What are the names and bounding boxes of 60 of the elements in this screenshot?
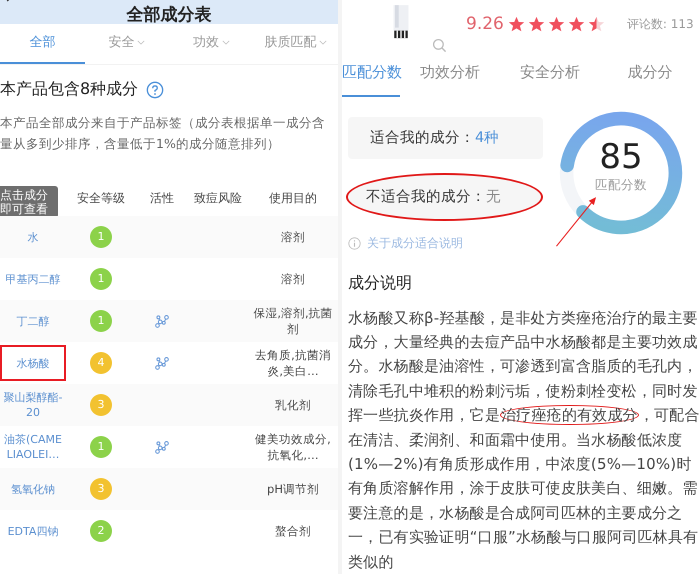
star-icon: [548, 16, 565, 33]
usage-purpose-cell-text: 溶剂: [280, 271, 306, 287]
explanation-link[interactable]: 关于成分适合说明: [367, 234, 463, 252]
safety-grade-badge: 3: [90, 394, 112, 416]
chevron-down-icon: [222, 40, 230, 45]
usage-purpose-cell-text: pH调节剂: [266, 481, 320, 497]
usage-purpose-cell-text: 健美功效成分,抗氧化,…: [254, 431, 332, 463]
score-label: 匹配分数: [595, 176, 647, 194]
filter-tab[interactable]: 肤质匹配: [254, 24, 338, 64]
info-icon: [348, 236, 361, 250]
match-card: 适合我的成分：4种: [348, 116, 543, 159]
usage-purpose-cell-text: 溶剂: [280, 229, 306, 245]
star-icon: [568, 16, 585, 33]
analysis-tab[interactable]: 匹配分数: [342, 48, 400, 97]
match-score: 85: [599, 136, 643, 177]
analysis-tab[interactable]: 功效分析: [400, 48, 500, 97]
chevron-down-icon: [137, 40, 146, 45]
search-icon[interactable]: [432, 38, 448, 54]
chevron-down-icon: [319, 40, 328, 45]
usage-purpose-cell-text: 螯合剂: [274, 523, 312, 539]
page-title: 全部成分表: [126, 6, 212, 24]
rating-score: 9.26: [466, 14, 504, 34]
analysis-tab[interactable]: 安全分析: [500, 48, 600, 97]
review-count: 评论数: 113: [626, 16, 694, 33]
column-header: 使用目的: [268, 190, 318, 206]
safety-grade-badge: 4: [90, 352, 112, 374]
description-text: 本产品全部成分来自于产品标签（成分表根据单一成分含量从多到少排序，含量低于1%的成分随意排列）: [0, 114, 326, 153]
ingredient-name-link[interactable]: 甲基丙二醇: [0, 261, 66, 297]
safety-grade-badge: 2: [90, 520, 112, 542]
column-header: 安全等级: [76, 190, 126, 206]
column-header: 活性: [149, 190, 175, 206]
ingredient-name-link[interactable]: 水杨酸: [0, 345, 66, 381]
ingredient-description: 水杨酸又称β-羟基酸，是非处方类痤疮治疗的最主要成分，大量经典的去痘产品中水杨酸都是主要功效成分。水杨酸是油溶性，可渗透到富含脂质的毛孔内，清除毛孔中堆积的粉刺污垢，使粉刺栓变松，同时发挥一些抗炎作用，它是治疗痤疮的有效成分，可配合在清洁、柔润剂、和面霜中使用。当水杨酸低浓度(1%—2%)有角质形成作用，中浓度(5%—10%)时有角质溶解作用，涂于皮肤可使皮肤美白、细嫩。需要注意的是，水杨酸是合成阿司匹林的主要成分之一，已有实验证明“口服”水杨酸与口服阿司匹林具有类似的: [348, 308, 700, 573]
safety-grade-badge: 1: [90, 226, 112, 248]
section-title: 成分说明: [348, 272, 412, 294]
safety-grade-badge: 1: [90, 310, 112, 332]
safety-grade-badge: 1: [90, 436, 112, 458]
star-icon: [508, 16, 525, 33]
usage-purpose-cell-text: 乳化剂: [274, 397, 312, 413]
ingredient-name-link[interactable]: 油茶(CAMELIAOLEI…: [0, 429, 66, 465]
filter-tab[interactable]: 全部: [0, 24, 84, 64]
column-header: 致痘风险: [193, 190, 243, 206]
filter-tab[interactable]: 安全: [84, 24, 169, 64]
ingredient-name-link[interactable]: 水: [0, 219, 66, 255]
match-card: 不适合我的成分：无: [346, 172, 543, 221]
safety-grade-badge: 1: [90, 268, 112, 290]
safety-grade-badge: 3: [90, 478, 112, 500]
help-icon[interactable]: [146, 80, 164, 98]
usage-purpose-cell-text: 保湿,溶剂,抗菌剂: [252, 305, 334, 337]
analysis-tab[interactable]: 成分分: [600, 48, 700, 97]
star-icon: [588, 16, 605, 33]
ingredient-name-link[interactable]: 聚山梨醇酯-20: [0, 387, 66, 423]
usage-purpose-cell-text: 去角质,抗菌消炎,美白…: [254, 347, 332, 379]
tooltip: 点击成分即可查看: [0, 186, 58, 218]
ingredient-name-link[interactable]: 丁二醇: [0, 303, 66, 339]
ingredient-name-link[interactable]: EDTA四钠: [0, 513, 66, 549]
star-icon: [528, 16, 545, 33]
filter-tab[interactable]: 功效: [169, 24, 254, 64]
ingredient-name-link[interactable]: 氢氧化钠: [0, 471, 66, 507]
ingredient-count-heading: 本产品包含8种成分: [0, 79, 138, 100]
